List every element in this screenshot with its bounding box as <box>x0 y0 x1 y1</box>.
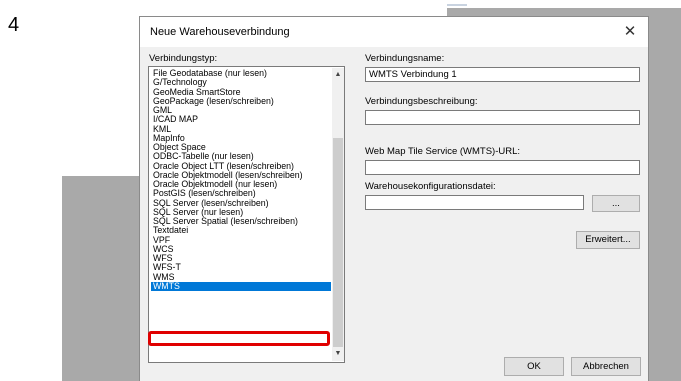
browse-button[interactable]: ... <box>592 195 640 212</box>
connection-type-list[interactable]: File Geodatabase (nur lesen) G/Technology… <box>148 66 345 363</box>
warehouse-config-label: Warehousekonfigurationsdatei: <box>365 181 496 192</box>
warehouse-config-field[interactable] <box>365 195 584 210</box>
selected-item-highlight <box>148 331 330 346</box>
cancel-button[interactable]: Abbrechen <box>571 357 641 376</box>
wmts-url-field[interactable] <box>365 160 640 175</box>
scroll-down-icon[interactable]: ▼ <box>332 347 344 361</box>
background-line <box>447 4 467 6</box>
step-number: 4 <box>8 14 20 36</box>
wmts-url-label: Web Map Tile Service (WMTS)-URL: <box>365 146 521 157</box>
advanced-button[interactable]: Erweitert... <box>576 231 640 249</box>
dialog-title: Neue Warehouseverbindung <box>150 26 290 38</box>
connection-description-field[interactable] <box>365 110 640 125</box>
list-item[interactable]: WFS-T <box>151 262 331 272</box>
connection-type-items: File Geodatabase (nur lesen) G/Technology… <box>151 68 331 291</box>
list-item[interactable]: VPF <box>151 235 331 245</box>
connection-name-field[interactable]: WMTS Verbindung 1 <box>365 67 640 82</box>
connection-type-label: Verbindungstyp: <box>149 53 218 64</box>
connection-description-label: Verbindungsbeschreibung: <box>365 96 478 107</box>
dialog-titlebar: Neue Warehouseverbindung ✕ <box>140 17 648 47</box>
list-item[interactable]: I/CAD MAP <box>151 114 331 124</box>
new-warehouse-connection-dialog: Neue Warehouseverbindung ✕ Verbindungsty… <box>139 16 649 381</box>
close-icon[interactable]: ✕ <box>620 22 640 42</box>
list-item[interactable]: GeoPackage (lesen/schreiben) <box>151 96 331 106</box>
scroll-up-icon[interactable]: ▲ <box>332 68 344 82</box>
connection-name-label: Verbindungsname: <box>365 53 445 64</box>
scroll-thumb[interactable] <box>333 138 343 347</box>
ok-button[interactable]: OK <box>504 357 564 376</box>
list-item[interactable]: Textdatei <box>151 225 331 235</box>
list-item[interactable]: WCS <box>151 244 331 254</box>
list-item[interactable]: WMTS <box>151 281 331 291</box>
background-strip <box>447 0 681 8</box>
list-scrollbar[interactable]: ▲ ▼ <box>332 68 344 361</box>
